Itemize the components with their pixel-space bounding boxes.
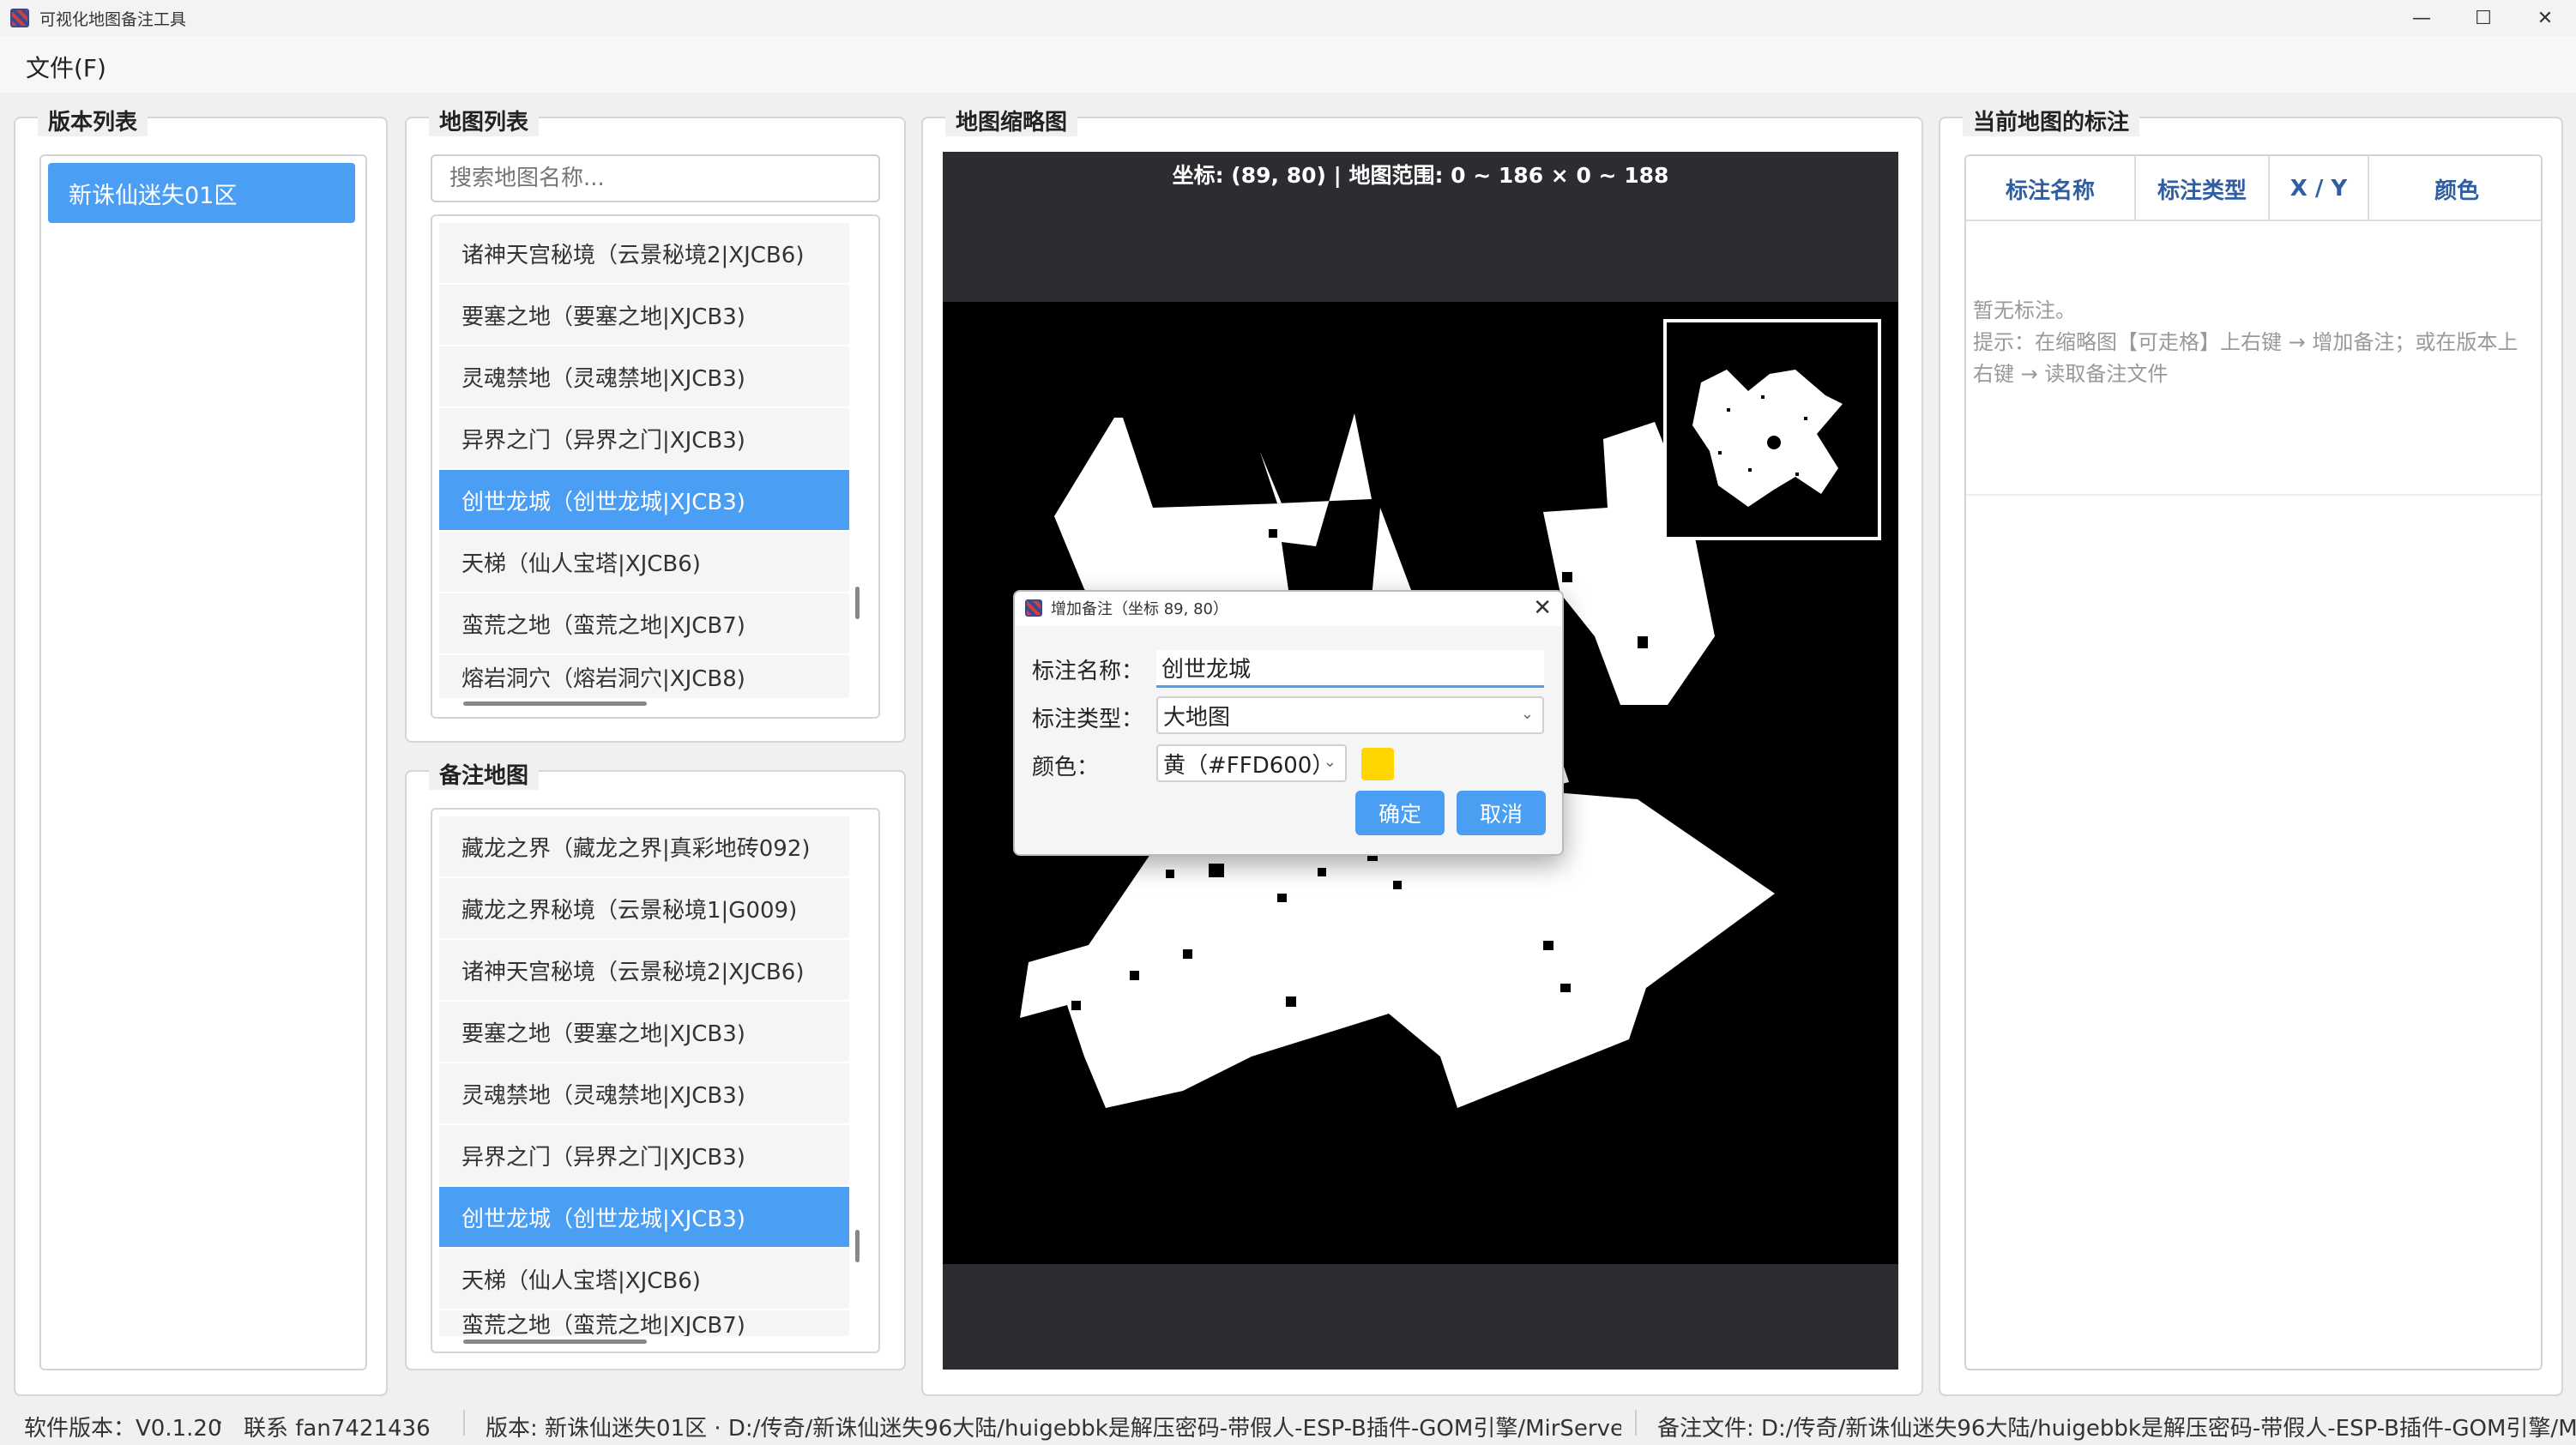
window-controls: — ☐ ✕ — [2391, 0, 2576, 36]
column-header-name[interactable]: 标注名称 — [1966, 156, 2136, 221]
name-label: 标注名称： — [1032, 659, 1144, 684]
version-panel-title: 版本列表 — [38, 105, 148, 136]
status-divider — [1635, 1410, 1637, 1436]
annotations-panel-title: 当前地图的标注 — [1963, 105, 2140, 136]
color-value: 黄（#FFD600） — [1163, 752, 1335, 779]
map-list-panel-title: 地图列表 — [429, 105, 540, 136]
list-item[interactable]: 藏龙之界（藏龙之界|真彩地砖092) — [439, 816, 849, 876]
vertical-scrollbar[interactable] — [855, 1230, 860, 1262]
dialog-title-bar: 增加备注（坐标 89, 80） ✕ — [1015, 592, 1562, 624]
maximize-icon[interactable]: ☐ — [2452, 0, 2514, 36]
list-item[interactable]: 天梯（仙人宝塔|XJCB6) — [439, 532, 849, 592]
list-item[interactable]: 诸神天宫秘境（云景秘境2|XJCB6) — [439, 940, 849, 1000]
vertical-scrollbar[interactable] — [855, 587, 860, 619]
type-label: 标注类型： — [1032, 707, 1144, 732]
version-panel: 版本列表 新诛仙迷失01区 — [14, 105, 388, 1396]
list-item[interactable]: 异界之门（异界之门|XJCB3) — [439, 1125, 849, 1185]
close-icon[interactable]: ✕ — [1533, 595, 1552, 621]
annotations-table: 标注名称 标注类型 X / Y 颜色 暂无标注。 提示：在缩略图【可走格】上右键… — [1964, 154, 2543, 1370]
table-header: 标注名称 标注类型 X / Y 颜色 — [1966, 156, 2541, 221]
list-item[interactable]: 要塞之地（要塞之地|XJCB3) — [439, 285, 849, 345]
list-item[interactable]: 异界之门（异界之门|XJCB3) — [439, 408, 849, 468]
empty-state: 暂无标注。 提示：在缩略图【可走格】上右键 → 增加备注；或在版本上右键 → 读… — [1973, 295, 2522, 390]
dialog-title: 增加备注（坐标 89, 80） — [1051, 600, 1228, 618]
current-version-path: 版本: 新诛仙迷失01区 · D:/传奇/新诛仙迷失96大陆/huigebbk是… — [486, 1416, 1621, 1442]
minimap-walkable — [1692, 370, 1843, 507]
list-item[interactable]: 天梯（仙人宝塔|XJCB6) — [439, 1249, 849, 1309]
note-map-list: 藏龙之界（藏龙之界|真彩地砖092) 藏龙之界秘境（云景秘境1|G009) 诸神… — [431, 808, 880, 1353]
list-item[interactable]: 诸神天宫秘境（云景秘境2|XJCB6) — [439, 223, 849, 283]
ok-button[interactable]: 确定 — [1355, 791, 1445, 835]
color-label: 颜色： — [1032, 755, 1100, 780]
close-icon[interactable]: ✕ — [2514, 0, 2576, 36]
file-menu[interactable]: 文件(F) — [26, 50, 106, 84]
list-item[interactable]: 熔岩洞穴（熔岩洞穴|XJCB8) — [439, 655, 849, 698]
color-swatch — [1361, 748, 1394, 780]
divider — [1966, 494, 2541, 496]
status-divider — [463, 1410, 465, 1436]
note-type-value: 大地图 — [1163, 704, 1231, 731]
cancel-button[interactable]: 取消 — [1457, 791, 1546, 835]
note-file-path: 备注文件: D:/传奇/新诛仙迷失96大陆/huigebbk是解压密码-带假人-… — [1657, 1416, 2576, 1442]
app-icon — [10, 9, 29, 27]
column-header-type[interactable]: 标注类型 — [2136, 156, 2270, 221]
horizontal-scrollbar[interactable] — [463, 701, 647, 706]
contact-info: 联系 fan7421436 — [244, 1416, 431, 1442]
status-separator: · — [216, 1411, 224, 1436]
column-header-color[interactable]: 颜色 — [2369, 156, 2541, 221]
note-map-panel-title: 备注地图 — [429, 758, 540, 790]
note-type-select[interactable]: 大地图 ⌄ — [1156, 696, 1544, 734]
software-version: 软件版本：V0.1.20 — [24, 1416, 222, 1442]
horizontal-scrollbar[interactable] — [463, 1340, 647, 1344]
list-item[interactable]: 灵魂禁地（灵魂禁地|XJCB3) — [439, 346, 849, 406]
title-bar: 可视化地图备注工具 — ☐ ✕ — [0, 0, 2576, 36]
list-item[interactable]: 蛮荒之地（蛮荒之地|XJCB7) — [439, 1310, 849, 1336]
note-name-input[interactable] — [1156, 650, 1544, 688]
list-item[interactable]: 藏龙之界秘境（云景秘境1|G009) — [439, 878, 849, 938]
chevron-down-icon: ⌄ — [1520, 705, 1534, 723]
map-search-input[interactable] — [431, 154, 880, 202]
list-item[interactable]: 蛮荒之地（蛮荒之地|XJCB7) — [439, 593, 849, 653]
chevron-down-icon: ⌄ — [1323, 753, 1336, 771]
map-list: 诸神天宫秘境（云景秘境2|XJCB6) 要塞之地（要塞之地|XJCB3) 灵魂禁… — [431, 214, 880, 719]
minimize-icon[interactable]: — — [2391, 0, 2452, 36]
list-item[interactable]: 灵魂禁地（灵魂禁地|XJCB3) — [439, 1063, 849, 1123]
version-item[interactable]: 新诛仙迷失01区 — [48, 163, 355, 223]
window-title: 可视化地图备注工具 — [39, 9, 187, 29]
menu-bar: 文件(F) — [0, 36, 2576, 93]
list-item[interactable]: 要塞之地（要塞之地|XJCB3) — [439, 1002, 849, 1062]
add-note-dialog: 增加备注（坐标 89, 80） ✕ 标注名称： 标注类型： 大地图 ⌄ 颜色： … — [1013, 590, 1564, 856]
app-icon — [1025, 599, 1042, 617]
thumbnail-panel-title: 地图缩略图 — [945, 105, 1078, 136]
list-item[interactable]: 创世龙城（创世龙城|XJCB3) — [439, 1187, 849, 1247]
map-list-panel: 地图列表 诸神天宫秘境（云景秘境2|XJCB6) 要塞之地（要塞之地|XJCB3… — [405, 105, 906, 743]
coordinate-readout: 坐标: (89, 80) | 地图范围: 0 ~ 186 × 0 ~ 188 — [1172, 163, 1669, 188]
dialog-body: 标注名称： 标注类型： 大地图 ⌄ 颜色： 黄（#FFD600） ⌄ 确定 取消 — [1015, 626, 1562, 854]
color-select[interactable]: 黄（#FFD600） ⌄ — [1156, 744, 1347, 782]
list-item[interactable]: 创世龙城（创世龙城|XJCB3) — [439, 470, 849, 530]
minimap-overview[interactable] — [1663, 319, 1881, 540]
empty-message: 暂无标注。 — [1973, 298, 2076, 322]
status-bar: 软件版本：V0.1.20 · 联系 fan7421436 版本: 新诛仙迷失01… — [0, 1400, 2576, 1445]
annotations-panel: 当前地图的标注 标注名称 标注类型 X / Y 颜色 暂无标注。 提示：在缩略图… — [1939, 105, 2563, 1396]
column-header-xy[interactable]: X / Y — [2270, 156, 2369, 221]
note-map-panel: 备注地图 藏龙之界（藏龙之界|真彩地砖092) 藏龙之界秘境（云景秘境1|G00… — [405, 758, 906, 1370]
version-list: 新诛仙迷失01区 — [39, 154, 367, 1370]
hint-message: 提示：在缩略图【可走格】上右键 → 增加备注；或在版本上右键 → 读取备注文件 — [1973, 330, 2519, 386]
